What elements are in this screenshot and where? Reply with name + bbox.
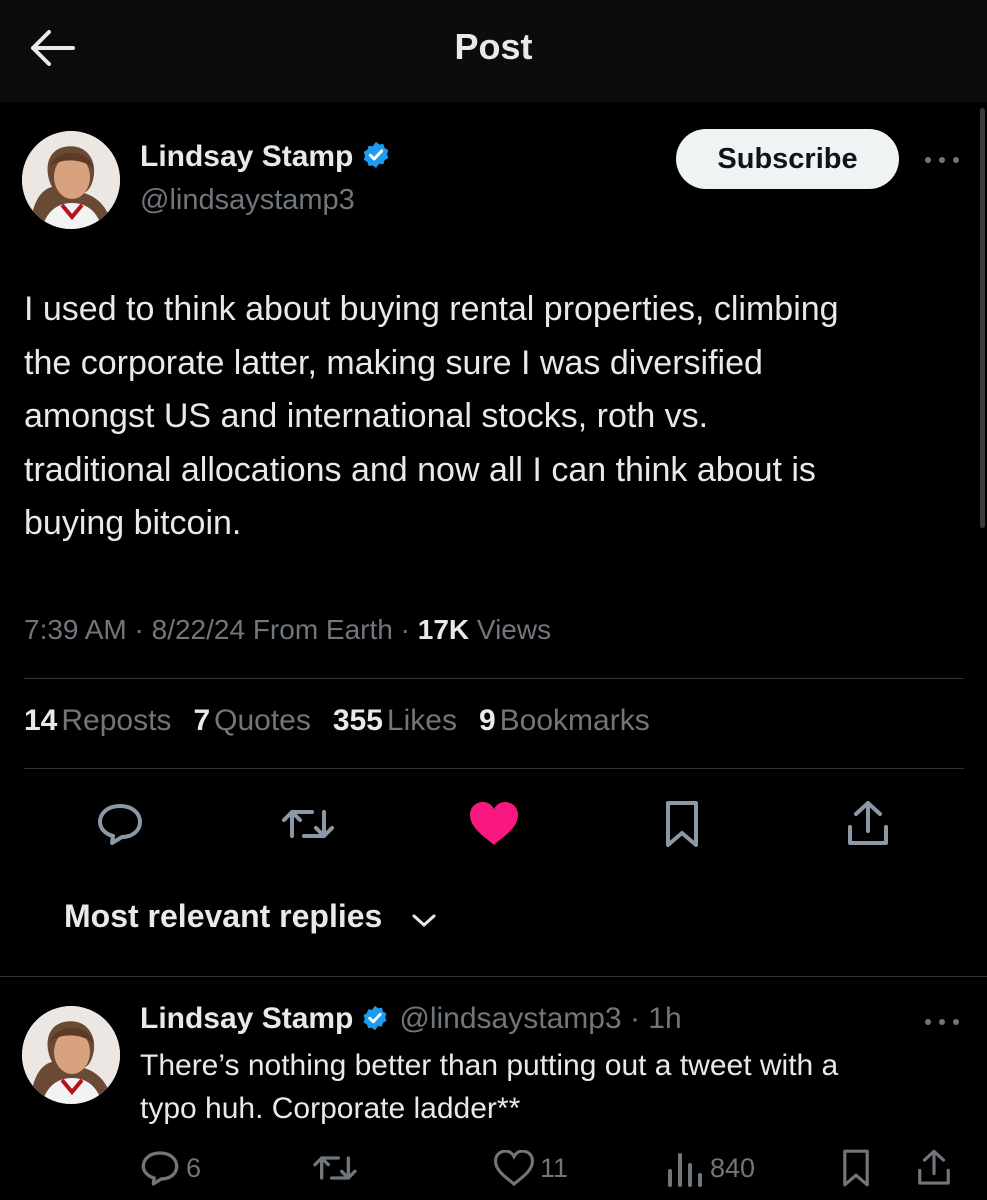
reply-view-count: 840 (710, 1152, 756, 1183)
post-time[interactable]: 7:39 AM (24, 614, 127, 645)
more-icon (925, 1019, 959, 1025)
subscribe-button[interactable]: Subscribe (676, 129, 899, 189)
reply-more-button[interactable] (920, 1012, 964, 1032)
divider (24, 678, 964, 679)
repost-icon (282, 810, 334, 838)
reply-time[interactable]: 1h (648, 1002, 681, 1035)
page-title: Post (454, 26, 533, 67)
replies-sort-dropdown[interactable]: Most relevant replies (64, 898, 444, 935)
top-bar: Post (0, 0, 987, 102)
post-stats: 14 Reposts 7 Quotes 355 Likes 9 Bookmarks (24, 704, 672, 738)
likes-stat[interactable]: 355 Likes (333, 704, 457, 738)
verified-badge-icon (363, 1005, 387, 1031)
reply-button[interactable] (92, 798, 148, 850)
reply-views-button[interactable]: 840 (664, 1148, 755, 1188)
post-more-button[interactable] (920, 150, 964, 170)
bookmark-button[interactable] (656, 796, 708, 852)
more-icon (925, 157, 959, 163)
reply-avatar[interactable] (22, 1006, 120, 1104)
post-meta: 7:39 AM · 8/22/24 From Earth · 17K Views (24, 614, 552, 645)
heart-icon (470, 802, 518, 845)
bookmark-icon (666, 801, 698, 847)
reply-share-button[interactable] (912, 1146, 956, 1190)
reply-like-button[interactable]: 11 (494, 1148, 568, 1188)
scrollbar[interactable] (979, 108, 987, 528)
author-name[interactable]: Lindsay Stamp (140, 140, 391, 174)
like-button[interactable] (466, 798, 522, 850)
post-date[interactable]: 8/22/24 (152, 614, 245, 645)
reply-like-count: 11 (540, 1152, 569, 1183)
divider (0, 976, 987, 977)
reply-text: There’s nothing better than putting out … (140, 1049, 839, 1125)
author-avatar[interactable] (22, 131, 120, 229)
verified-badge-icon (364, 141, 389, 169)
views-label: Views (476, 614, 552, 645)
reposts-stat[interactable]: 14 Reposts (24, 704, 171, 738)
reply-author-line: Lindsay Stamp @lindsaystamp3 · 1h (140, 1002, 682, 1035)
reply-author-handle[interactable]: @lindsaystamp3 (399, 1002, 621, 1035)
bookmark-icon (843, 1149, 869, 1187)
reply-author-name[interactable]: Lindsay Stamp (140, 1002, 353, 1035)
repost-button[interactable] (276, 798, 340, 850)
share-icon (848, 801, 888, 845)
reply-reply-count: 6 (186, 1152, 202, 1183)
views-icon (668, 1153, 702, 1187)
post-location: From Earth (252, 614, 393, 645)
share-button[interactable] (840, 796, 896, 852)
reply-icon (141, 1151, 179, 1186)
author-handle[interactable]: @lindsaystamp3 (140, 184, 355, 217)
reply-bookmark-button[interactable] (836, 1146, 876, 1190)
repost-icon (313, 1156, 357, 1180)
bookmarks-stat[interactable]: 9 Bookmarks (479, 704, 650, 738)
reply-reply-button[interactable]: 6 (140, 1148, 201, 1188)
divider (24, 768, 964, 769)
reply-repost-button[interactable] (310, 1148, 360, 1188)
scrollbar-thumb[interactable] (980, 108, 985, 528)
reply-icon (98, 804, 142, 845)
views-count: 17K (417, 614, 470, 645)
share-icon (918, 1149, 950, 1185)
post-text: I used to think about buying rental prop… (24, 290, 839, 542)
quotes-stat[interactable]: 7 Quotes (193, 704, 310, 738)
chevron-down-icon (412, 914, 436, 926)
heart-icon (494, 1150, 534, 1186)
